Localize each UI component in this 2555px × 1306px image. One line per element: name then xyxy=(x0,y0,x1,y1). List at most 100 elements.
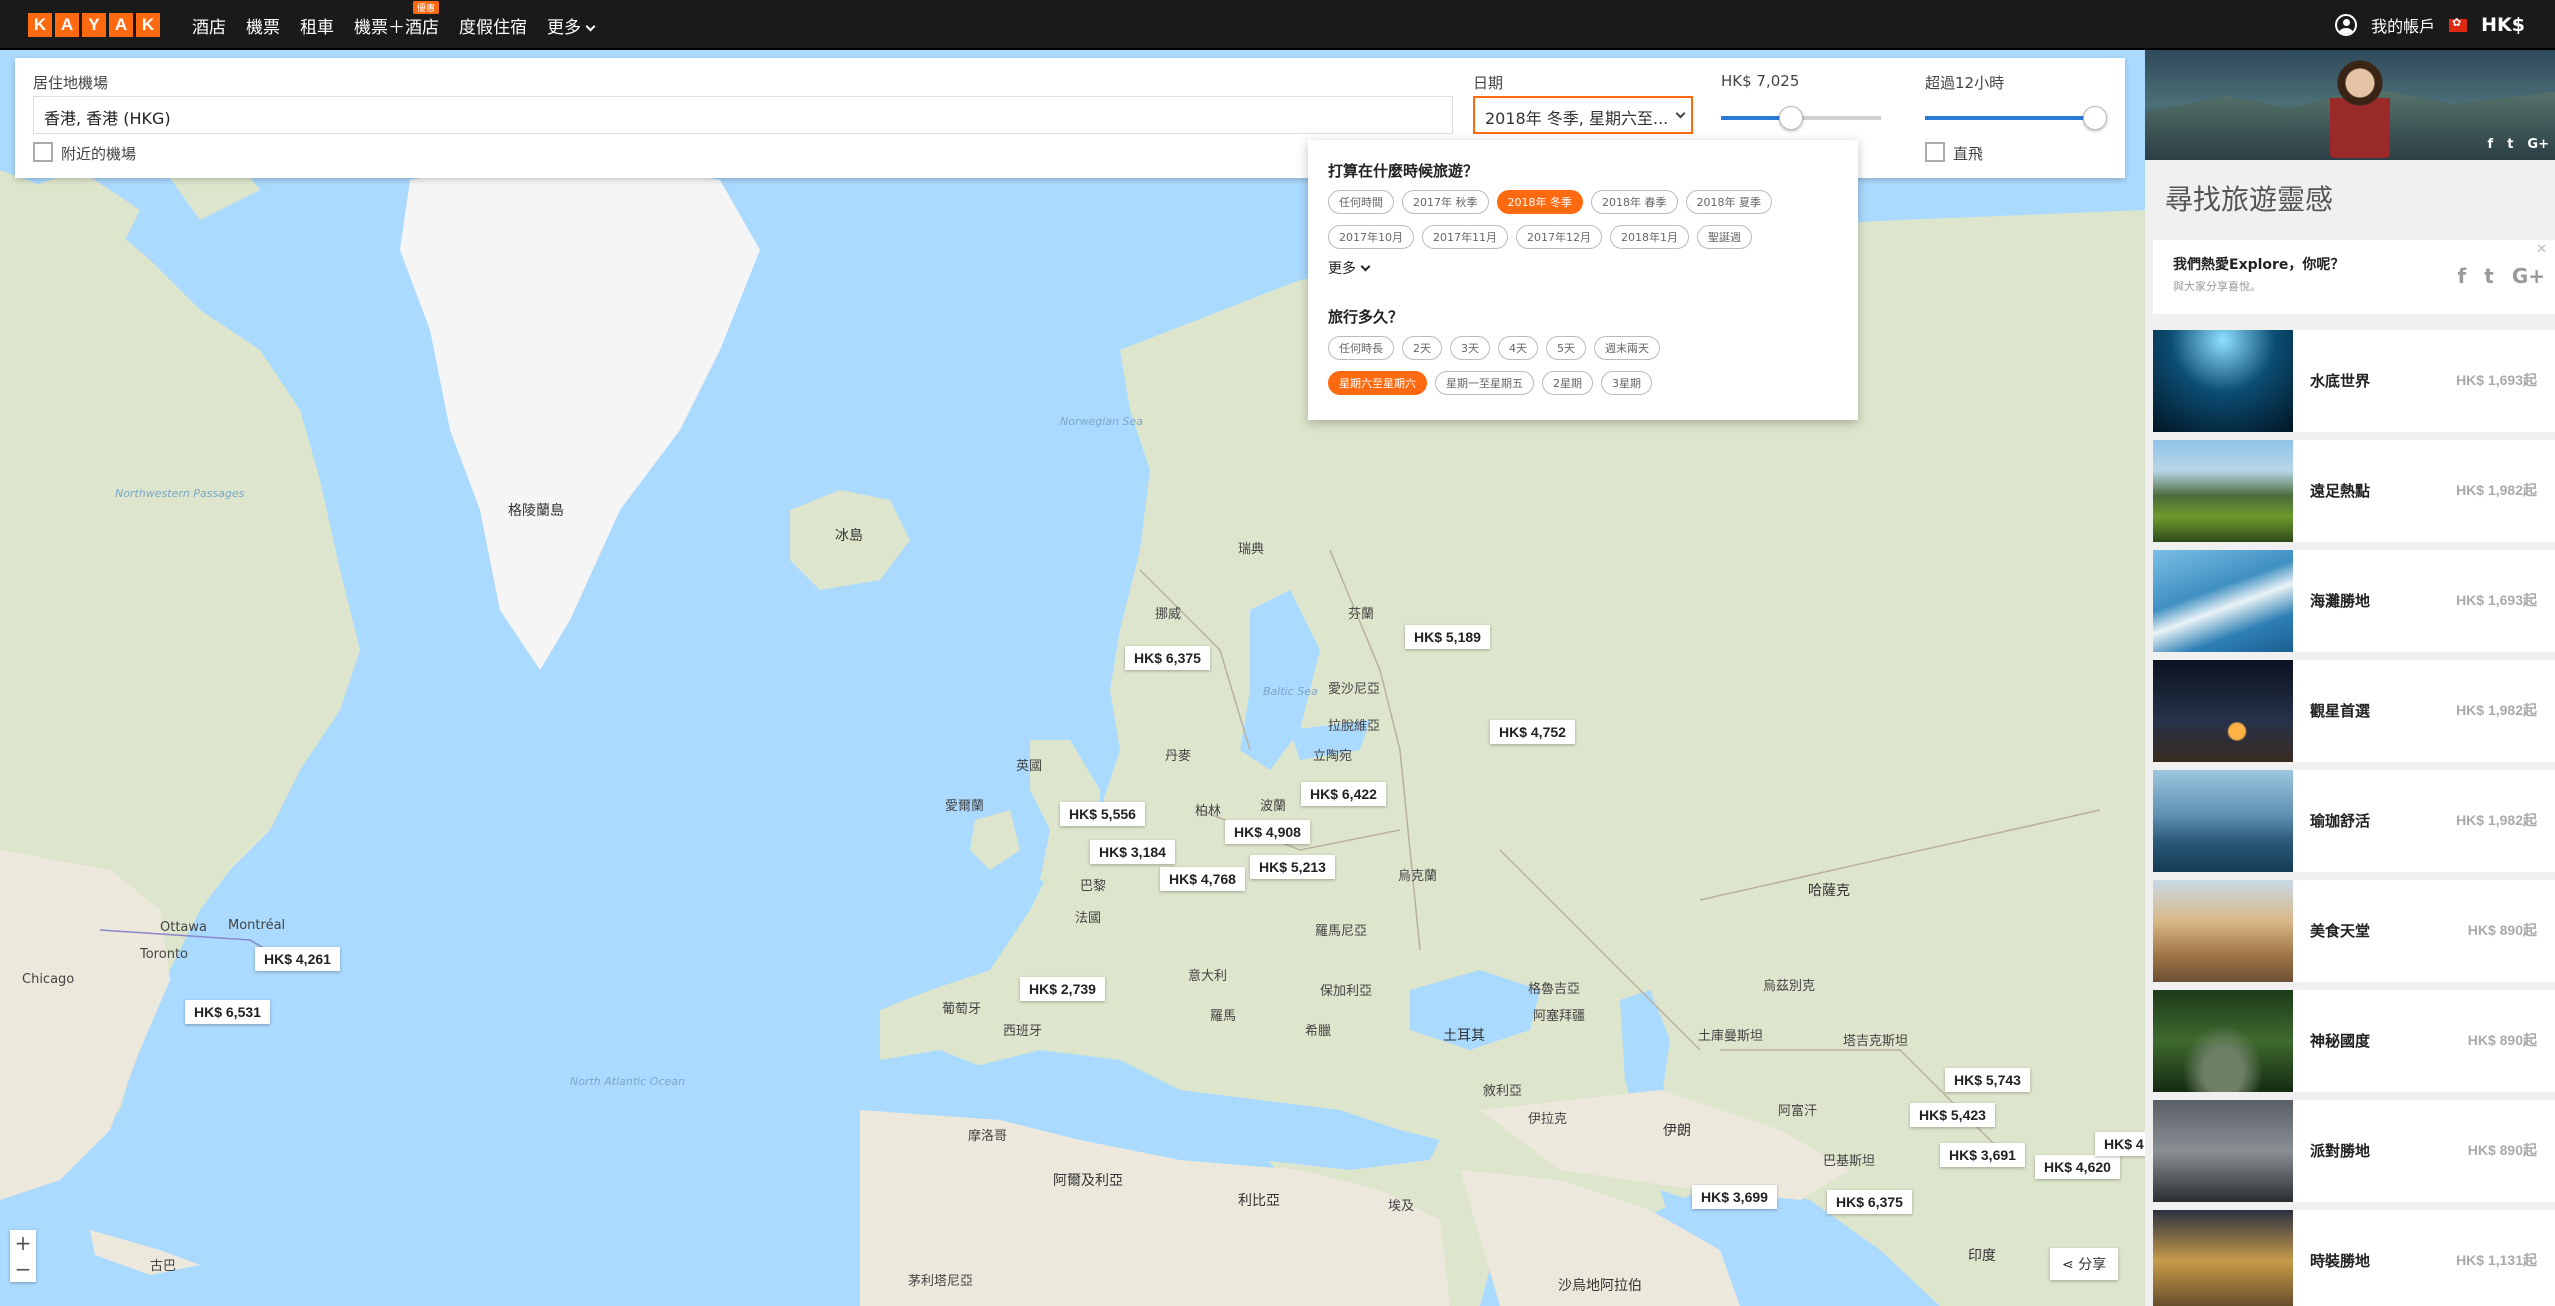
price-pin[interactable]: HK$ 4 xyxy=(2095,1132,2145,1156)
share-button[interactable]: ⋖ 分享 xyxy=(2050,1248,2119,1280)
nav-vacation-rentals[interactable]: 度假住宿 xyxy=(459,13,527,38)
price-slider-knob[interactable] xyxy=(1779,106,1804,130)
when-chip[interactable]: 2017年12月 xyxy=(1516,225,1602,249)
twitter-icon[interactable]: t xyxy=(2484,264,2494,288)
map-label-afghanistan: 阿富汗 xyxy=(1778,1104,1818,1119)
zoom-in-button[interactable]: + xyxy=(10,1230,36,1256)
date-select-value: 2018年 冬季, 星期六至... xyxy=(1485,109,1669,128)
google-plus-icon[interactable]: G+ xyxy=(2512,264,2545,288)
thumb-stargazing xyxy=(2153,660,2293,762)
length-chip[interactable]: 3星期 xyxy=(1601,371,1652,395)
nav-flight-hotel[interactable]: 機票＋酒店 優惠 xyxy=(354,0,439,38)
inspiration-item-party[interactable]: 派對勝地 HK$ 890起 xyxy=(2153,1100,2555,1202)
explore-share-card: ✕ 我們熱愛Explore，你呢？ 與大家分享喜悅。 f t G+ xyxy=(2153,240,2555,314)
map-label-saudi: 沙烏地阿拉伯 xyxy=(1558,1278,1642,1294)
inspiration-item-mystery[interactable]: 神秘國度 HK$ 890起 xyxy=(2153,990,2555,1092)
price-pin[interactable]: HK$ 6,375 xyxy=(1125,646,1210,670)
google-plus-icon[interactable]: G+ xyxy=(2527,137,2549,152)
inspiration-item-yoga[interactable]: 瑜珈舒活 HK$ 1,982起 xyxy=(2153,770,2555,872)
date-select[interactable]: 2018年 冬季, 星期六至... xyxy=(1473,96,1693,134)
price-slider[interactable] xyxy=(1721,106,1881,130)
length-chip[interactable]: 2天 xyxy=(1402,336,1442,360)
inspiration-item-beach[interactable]: 海灘勝地 HK$ 1,693起 xyxy=(2153,550,2555,652)
when-chip-selected[interactable]: 2018年 冬季 xyxy=(1496,190,1583,214)
duration-slider[interactable] xyxy=(1925,106,2107,130)
price-pin[interactable]: HK$ 5,213 xyxy=(1250,855,1335,879)
when-chip[interactable]: 2017年11月 xyxy=(1422,225,1508,249)
price-pin[interactable]: HK$ 4,261 xyxy=(255,947,340,971)
price-pin[interactable]: HK$ 4,768 xyxy=(1160,867,1245,891)
hero-image: f t G+ xyxy=(2145,50,2555,160)
price-pin[interactable]: HK$ 4,908 xyxy=(1225,820,1310,844)
price-pin[interactable]: HK$ 5,556 xyxy=(1060,802,1145,826)
map-label-turkey: 土耳其 xyxy=(1443,1028,1485,1044)
map-label-bulgaria: 保加利亞 xyxy=(1320,984,1373,999)
price-pin[interactable]: HK$ 5,743 xyxy=(1945,1068,2030,1092)
price-pin[interactable]: HK$ 6,375 xyxy=(1827,1190,1912,1214)
length-chip[interactable]: 星期一至星期五 xyxy=(1435,371,1534,395)
facebook-icon[interactable]: f xyxy=(2458,264,2467,288)
inspiration-item-hiking[interactable]: 遠足熱點 HK$ 1,982起 xyxy=(2153,440,2555,542)
when-chips-row1: 任何時間 2017年 秋季 2018年 冬季 2018年 春季 2018年 夏季 xyxy=(1328,190,1772,214)
inspiration-item-underwater[interactable]: 水底世界 HK$ 1,693起 xyxy=(2153,330,2555,432)
length-chip[interactable]: 週末兩天 xyxy=(1594,336,1660,360)
length-chip[interactable]: 4天 xyxy=(1498,336,1538,360)
price-pin[interactable]: HK$ 6,531 xyxy=(185,1000,270,1024)
inspiration-item-food[interactable]: 美食天堂 HK$ 890起 xyxy=(2153,880,2555,982)
price-pin[interactable]: HK$ 6,422 xyxy=(1301,782,1386,806)
price-pin[interactable]: HK$ 5,423 xyxy=(1910,1103,1995,1127)
price-pin[interactable]: HK$ 2,739 xyxy=(1020,977,1105,1001)
nonstop-checkbox[interactable] xyxy=(1925,142,1945,162)
inspiration-item-stargazing[interactable]: 觀星首選 HK$ 1,982起 xyxy=(2153,660,2555,762)
map-label-egypt: 埃及 xyxy=(1388,1199,1415,1214)
length-chip-selected[interactable]: 星期六至星期六 xyxy=(1328,371,1427,395)
nav-more[interactable]: 更多 xyxy=(547,13,596,38)
when-chip[interactable]: 2018年 夏季 xyxy=(1685,190,1772,214)
when-chip[interactable]: 聖誕週 xyxy=(1697,225,1752,249)
map-label-kazakhstan: 哈薩克 xyxy=(1808,883,1850,899)
map-label-montreal: Montréal xyxy=(228,918,286,933)
map-label-lithuania: 立陶宛 xyxy=(1313,749,1353,764)
when-chip[interactable]: 2018年 春季 xyxy=(1591,190,1678,214)
origin-label: 居住地機場 xyxy=(33,74,109,92)
when-chip[interactable]: 2017年10月 xyxy=(1328,225,1414,249)
length-chip[interactable]: 5天 xyxy=(1546,336,1586,360)
price-pin[interactable]: HK$ 5,189 xyxy=(1405,625,1490,649)
price-pin[interactable]: HK$ 3,699 xyxy=(1692,1185,1777,1209)
nav-cars[interactable]: 租車 xyxy=(300,13,334,38)
length-chip[interactable]: 任何時長 xyxy=(1328,336,1394,360)
zoom-out-button[interactable]: − xyxy=(10,1256,36,1282)
price-pin[interactable]: HK$ 4,620 xyxy=(2035,1155,2120,1179)
length-chip[interactable]: 2星期 xyxy=(1542,371,1593,395)
nav-hotels[interactable]: 酒店 xyxy=(192,13,226,38)
close-icon[interactable]: ✕ xyxy=(2536,242,2547,257)
map-label-tajikistan: 塔吉克斯坦 xyxy=(1843,1034,1909,1049)
user-icon[interactable] xyxy=(2335,14,2358,36)
twitter-icon[interactable]: t xyxy=(2507,137,2513,152)
kayak-logo[interactable]: K A Y A K xyxy=(28,13,160,37)
hk-flag-icon[interactable] xyxy=(2449,16,2468,32)
price-pin[interactable]: HK$ 3,691 xyxy=(1940,1143,2025,1167)
price-pin[interactable]: HK$ 3,184 xyxy=(1090,840,1175,864)
when-chip[interactable]: 2018年1月 xyxy=(1610,225,1689,249)
when-chip[interactable]: 2017年 秋季 xyxy=(1402,190,1489,214)
facebook-icon[interactable]: f xyxy=(2488,137,2494,152)
price-pin[interactable]: HK$ 4,752 xyxy=(1490,720,1575,744)
duration-slider-knob[interactable] xyxy=(2083,106,2107,130)
map-label-poland: 波蘭 xyxy=(1260,799,1287,814)
when-chip[interactable]: 任何時間 xyxy=(1328,190,1394,214)
nearby-airports-checkbox[interactable] xyxy=(33,142,53,162)
map-label-mauritania: 茅利塔尼亞 xyxy=(908,1274,974,1289)
nav-flights[interactable]: 機票 xyxy=(246,13,280,38)
more-dates-toggle[interactable]: 更多 xyxy=(1328,258,1371,278)
currency-selector[interactable]: HK$ xyxy=(2481,14,2525,36)
length-chip[interactable]: 3天 xyxy=(1450,336,1490,360)
map-label-ottawa: Ottawa xyxy=(160,920,207,935)
map-label-chicago: Chicago xyxy=(22,972,75,987)
date-label: 日期 xyxy=(1473,74,1504,92)
nonstop-label: 直飛 xyxy=(1953,145,1984,163)
my-account-link[interactable]: 我的帳戶 xyxy=(2371,13,2435,37)
when-chips-row2: 2017年10月 2017年11月 2017年12月 2018年1月 聖誕週 xyxy=(1328,225,1752,249)
origin-input[interactable]: 香港, 香港 (HKG) xyxy=(33,96,1453,134)
inspiration-item-fashion[interactable]: 時裝勝地 HK$ 1,131起 xyxy=(2153,1210,2555,1306)
